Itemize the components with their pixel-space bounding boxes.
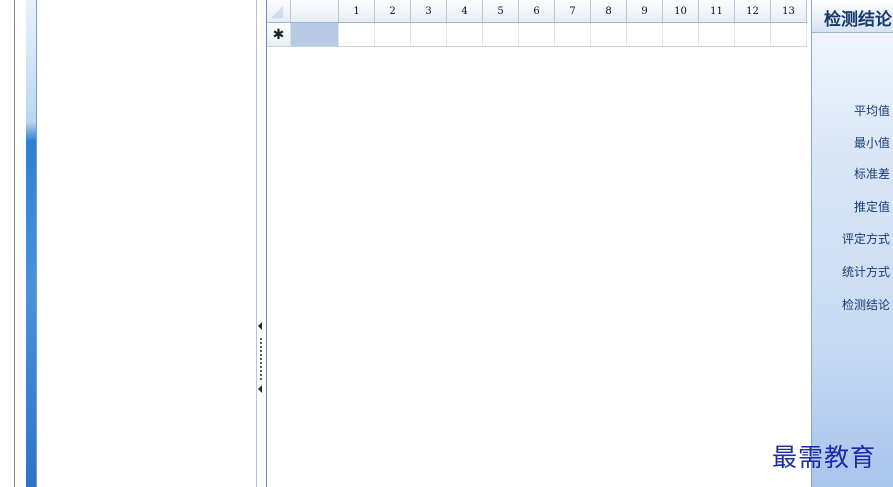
grid-cell[interactable] [411, 23, 447, 46]
test-conclusion-label: 检测结论 [841, 298, 890, 312]
select-all-corner[interactable] [267, 0, 291, 22]
column-header-1[interactable]: 1 [339, 0, 375, 22]
column-header-4[interactable]: 4 [447, 0, 483, 22]
left-navigation-panel [37, 0, 257, 487]
grid-header-row: 1 2 3 4 5 6 7 8 9 10 11 12 13 [267, 0, 807, 23]
column-header-13[interactable]: 13 [771, 0, 807, 22]
estimated-value-label: 推定值 [853, 200, 890, 214]
statistics-method-label: 统计方式 [841, 265, 890, 279]
grid-cell[interactable] [555, 23, 591, 46]
grid-cell[interactable] [627, 23, 663, 46]
minimum-label: 最小值 [853, 136, 890, 150]
collapse-left-arrow-icon[interactable] [258, 322, 262, 330]
column-header-9[interactable]: 9 [627, 0, 663, 22]
column-header-blank[interactable] [291, 0, 339, 22]
column-header-8[interactable]: 8 [591, 0, 627, 22]
new-row-marker-icon[interactable]: ✱ [267, 23, 291, 46]
grid-cell[interactable] [699, 23, 735, 46]
column-header-7[interactable]: 7 [555, 0, 591, 22]
std-deviation-label: 标准差 [853, 167, 890, 181]
panel-splitter[interactable] [257, 0, 266, 487]
column-header-3[interactable]: 3 [411, 0, 447, 22]
grid-cell[interactable] [447, 23, 483, 46]
average-label: 平均值 [853, 104, 890, 118]
column-header-11[interactable]: 11 [699, 0, 735, 22]
results-panel-title: 检测结论 [824, 10, 892, 30]
grid-cell[interactable] [375, 23, 411, 46]
collapse-left-arrow-icon[interactable] [258, 385, 262, 393]
column-header-2[interactable]: 2 [375, 0, 411, 22]
results-panel: 检测结论 平均值 最小值 标准差 推定值 评定方式 统计方式 检测结论 [811, 0, 893, 487]
grid-cell[interactable] [339, 23, 375, 46]
blue-side-bar [26, 0, 37, 487]
splitter-grip-icon[interactable] [260, 338, 262, 382]
grid-cell[interactable] [519, 23, 555, 46]
column-header-12[interactable]: 12 [735, 0, 771, 22]
column-header-5[interactable]: 5 [483, 0, 519, 22]
watermark-text: 最需教育 [772, 443, 877, 472]
grid-cell[interactable] [735, 23, 771, 46]
column-header-10[interactable]: 10 [663, 0, 699, 22]
grid-cell[interactable] [771, 23, 807, 46]
grid-cell[interactable] [591, 23, 627, 46]
results-panel-header: 检测结论 [812, 0, 893, 33]
left-edge-divider [14, 0, 15, 487]
evaluation-method-label: 评定方式 [841, 232, 890, 246]
selected-cell[interactable] [291, 23, 339, 46]
corner-triangle-icon [271, 6, 283, 18]
left-edge-strip [0, 0, 26, 487]
column-header-6[interactable]: 6 [519, 0, 555, 22]
grid-cell[interactable] [663, 23, 699, 46]
new-row[interactable]: ✱ [267, 23, 807, 47]
data-grid: 1 2 3 4 5 6 7 8 9 10 11 12 13 ✱ [266, 0, 812, 487]
grid-cell[interactable] [483, 23, 519, 46]
